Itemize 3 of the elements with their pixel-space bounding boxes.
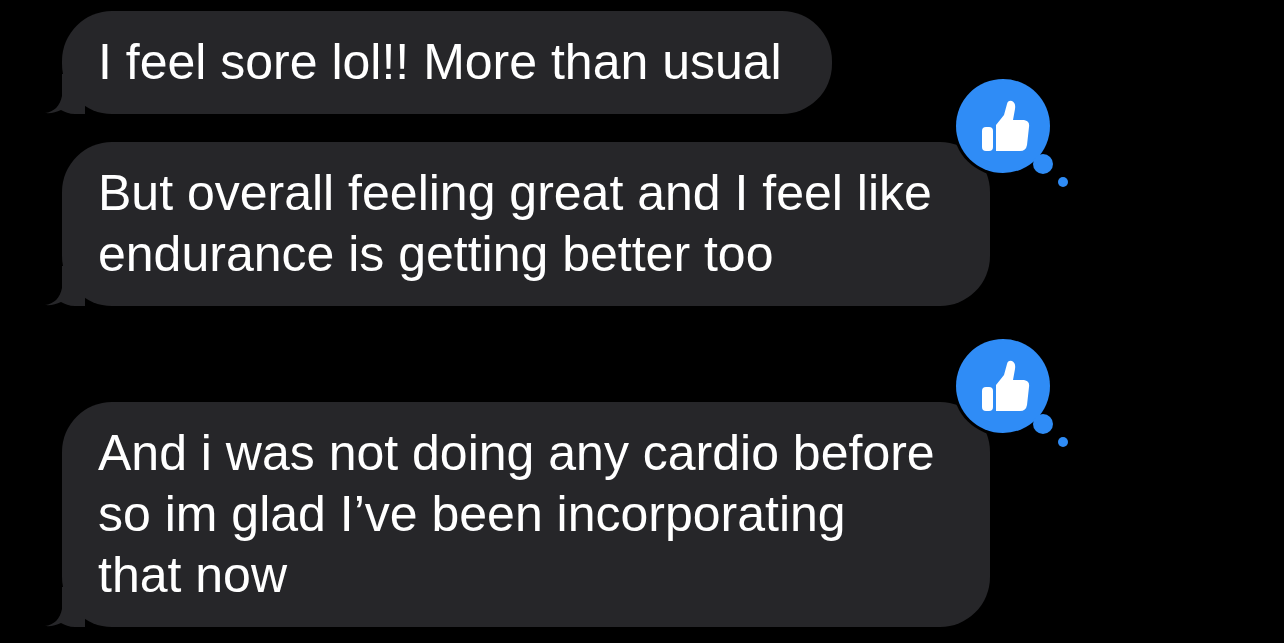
message-text: And i was not doing any cardio before so im glad I’ve been incorporating that now xyxy=(98,424,936,605)
message-text: I feel sore lol!! More than usual xyxy=(98,33,782,92)
message-text: But overall feeling great and I feel like endurance is getting better too xyxy=(98,164,933,284)
